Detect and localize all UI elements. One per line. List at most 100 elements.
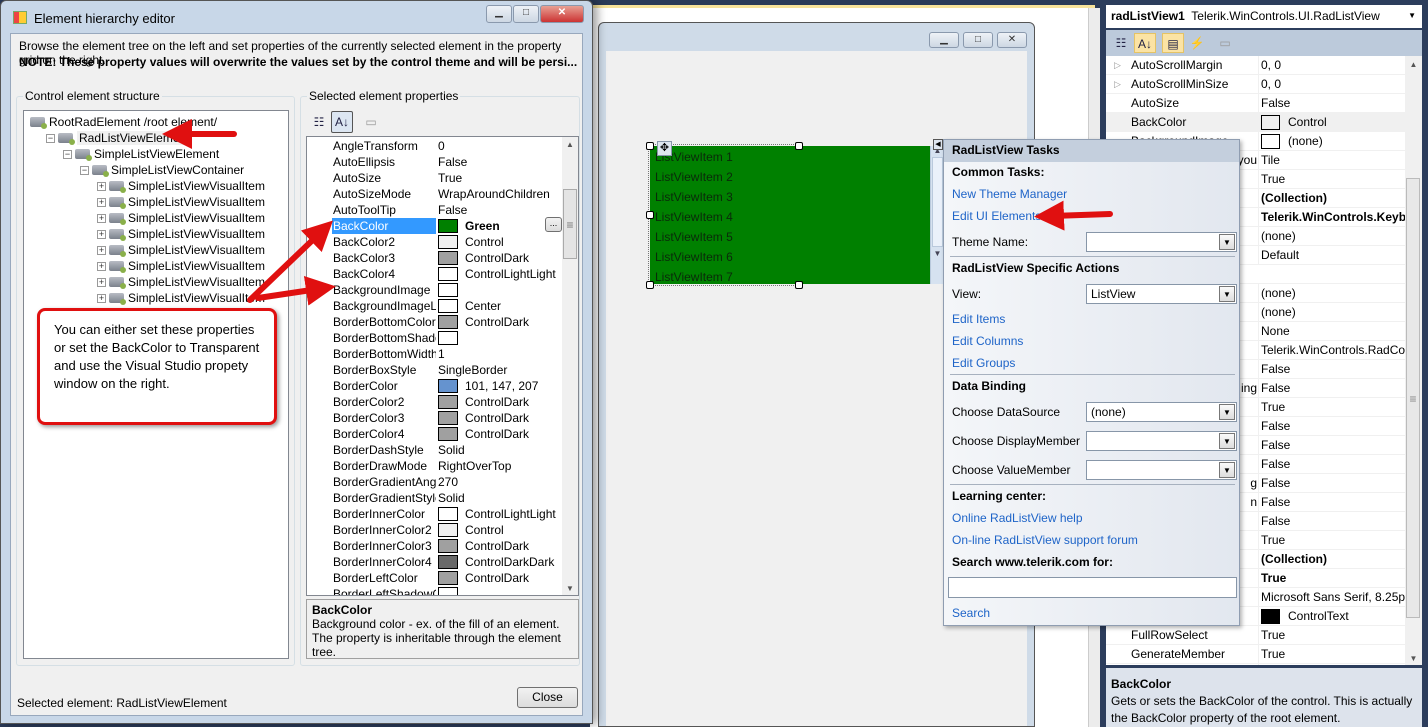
vs-grid-scrollbar[interactable]: ▲ ≡ ▼ [1405,56,1422,665]
properties-icon[interactable]: ▤ [1162,33,1184,53]
property-value[interactable]: SingleBorder [438,362,507,378]
close-icon[interactable]: ✕ [540,5,584,23]
categorized-icon[interactable]: ☷ [308,112,330,132]
tree-item[interactable]: SimpleListViewElement [75,146,219,162]
smart-tag-button[interactable]: ◀ [933,139,943,150]
vs-property-value[interactable]: True [1258,398,1405,416]
vs-property-row[interactable]: BackColor Control [1106,113,1405,132]
vs-property-value[interactable]: (none) [1258,284,1405,302]
edit-items-link[interactable]: Edit Items [952,312,1005,326]
property-value[interactable]: False [438,154,467,170]
vs-property-row[interactable]: (Collection) [1106,664,1405,665]
property-row[interactable]: BorderLeftShadowColor [307,586,563,595]
expander-icon[interactable]: + [97,262,106,271]
move-icon[interactable]: ✥ [657,141,672,156]
alphabetical-icon[interactable]: A↓ [331,111,353,133]
valuemember-combo[interactable]: ▼ [1086,460,1237,480]
property-value[interactable]: Solid [438,442,465,458]
tree-item[interactable]: SimpleListViewVisualItem [109,194,265,210]
resize-handle[interactable] [646,211,654,219]
property-row[interactable]: BorderGradientStyle Solid [307,490,563,506]
new-theme-manager-link[interactable]: New Theme Manager [952,187,1067,201]
minimize-button[interactable]: ▁ [929,32,959,48]
chevron-down-icon[interactable]: ▼ [1219,286,1235,302]
datasource-combo[interactable]: (none) ▼ [1086,402,1237,422]
property-row[interactable]: BorderInnerColor4 ControlDarkDark [307,554,563,570]
edit-groups-link[interactable]: Edit Groups [952,356,1015,370]
vs-property-value[interactable]: True [1258,569,1405,587]
radlistview-control[interactable]: ListViewItem 1 ListViewItem 2 ListViewItem… [650,146,931,284]
property-pages-icon[interactable]: ▭ [360,112,382,132]
vs-property-value[interactable]: (Collection) [1258,189,1405,207]
listview-scrollbar[interactable]: ▲ ▼ [930,146,944,284]
expand-icon[interactable]: ▷ [1114,56,1121,74]
chevron-down-icon[interactable]: ▼ [1219,234,1235,250]
vs-property-value[interactable]: (none) [1258,132,1405,150]
expander-icon[interactable]: − [80,166,89,175]
minimize-button[interactable]: ▁ [486,5,512,23]
property-value[interactable]: 0 [438,138,445,154]
ellipsis-button[interactable]: ... [545,217,562,232]
tree-item[interactable]: SimpleListViewVisualItem [109,178,265,194]
vs-property-row[interactable]: ▷ AutoScrollMargin 0, 0 [1106,56,1405,75]
property-value[interactable]: 1 [438,346,445,362]
vs-property-value[interactable]: False [1258,379,1405,397]
property-row[interactable]: BackColor3 ControlDark [307,250,563,266]
property-value[interactable]: Solid [438,490,465,506]
property-row[interactable]: BorderColor 101, 147, 207 [307,378,563,394]
vs-property-value[interactable]: False [1258,474,1405,492]
property-row[interactable]: BackgroundImageLayout Center [307,298,563,314]
element-property-grid[interactable]: AngleTransform 0 AutoEllipsis False AutoSize… [306,136,579,596]
property-row[interactable]: BorderColor2 ControlDark [307,394,563,410]
tree-item[interactable]: SimpleListViewVisualItem [109,290,265,306]
property-row[interactable]: BorderBoxStyle SingleBorder [307,362,563,378]
vs-property-row[interactable]: AutoSize False [1106,94,1405,113]
property-row[interactable]: BorderColor3 ControlDark [307,410,563,426]
vs-property-value[interactable]: False [1258,417,1405,435]
vs-property-value[interactable]: 0, 0 [1258,56,1405,74]
vs-property-value[interactable]: (Collection) [1258,550,1405,568]
vs-property-value[interactable]: (Collection) [1258,664,1405,665]
maximize-button[interactable]: □ [963,32,993,48]
expander-icon[interactable]: − [46,134,55,143]
expander-icon[interactable]: + [97,278,106,287]
vs-property-value[interactable]: False [1258,360,1405,378]
property-value[interactable]: False [438,202,467,218]
vs-property-value[interactable]: Microsoft Sans Serif, 8.25pt [1258,588,1405,606]
vs-property-value[interactable]: Telerik.WinControls.RadCor [1258,341,1405,359]
vs-property-value[interactable]: True [1258,531,1405,549]
property-row[interactable]: BorderBottomColor ControlDark [307,314,563,330]
property-row[interactable]: BorderGradientAngle 270 [307,474,563,490]
vs-property-value[interactable]: Telerik.WinControls.Keybo [1258,208,1405,226]
list-item[interactable]: ListViewItem 7 [650,266,931,284]
tree-item[interactable]: SimpleListViewVisualItem [109,242,265,258]
property-row[interactable]: BorderDashStyle Solid [307,442,563,458]
vs-property-value[interactable]: Control [1258,113,1405,131]
search-input[interactable] [948,577,1237,598]
property-value[interactable]: RightOverTop [438,458,511,474]
object-selector[interactable]: radListView1 Telerik.WinControls.UI.RadL… [1106,5,1422,28]
vs-property-value[interactable]: True [1258,626,1405,644]
property-row[interactable]: AutoEllipsis False [307,154,563,170]
theme-name-combo[interactable]: ▼ [1086,232,1237,252]
property-row[interactable]: BorderBottomShadowColor [307,330,563,346]
property-row[interactable]: BorderDrawMode RightOverTop [307,458,563,474]
online-help-link[interactable]: Online RadListView help [952,511,1083,525]
tree-item[interactable]: RadListViewElement [58,130,192,146]
resize-handle[interactable] [795,142,803,150]
chevron-down-icon[interactable]: ▼ [1219,404,1235,420]
expander-icon[interactable]: + [97,294,106,303]
list-item[interactable]: ListViewItem 2 [650,166,931,186]
vs-property-row[interactable]: FullRowSelect True [1106,626,1405,645]
property-value[interactable]: 270 [438,474,458,490]
property-row[interactable]: BackColor2 Control [307,234,563,250]
tree-item[interactable]: RootRadElement /root element/ [30,114,217,130]
resize-handle[interactable] [795,281,803,289]
vs-property-value[interactable]: 0, 0 [1258,75,1405,93]
edit-ui-elements-link[interactable]: Edit UI Elements [952,209,1041,223]
list-item[interactable]: ListViewItem 4 [650,206,931,226]
vs-property-row[interactable]: ▷ AutoScrollMinSize 0, 0 [1106,75,1405,94]
vs-property-value[interactable]: ControlText [1258,607,1405,625]
vs-property-value[interactable]: True [1258,645,1405,663]
vs-property-value[interactable]: None [1258,322,1405,340]
